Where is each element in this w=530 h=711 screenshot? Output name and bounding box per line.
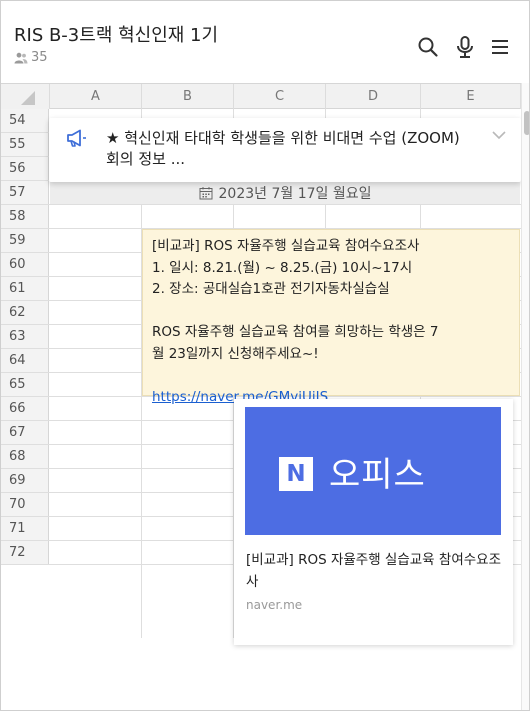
logo-letter: N — [286, 460, 306, 487]
preview-image: N 오피스 — [245, 407, 501, 535]
naver-logo-icon: N — [279, 457, 313, 491]
date-separator: 2023년 7월 17일 월요일 — [50, 181, 520, 204]
message-line: 1. 일시: 8.21.(월) ~ 8.25.(금) 10시~17시 — [152, 259, 413, 276]
megaphone-icon — [67, 129, 86, 147]
pinned-notice[interactable]: ★ 혁신인재 타대학 학생들을 위한 비대면 수업 (ZOOM) 회의 정보 .… — [49, 118, 521, 182]
row-number[interactable]: 64 — [1, 349, 49, 372]
message-line: 월 23일까지 신청해주세요~! — [152, 345, 319, 362]
room-title: RIS B-3트랙 혁신인재 1기 — [14, 25, 219, 46]
row-number[interactable]: 60 — [1, 253, 49, 276]
people-icon — [14, 52, 28, 63]
column-header-b[interactable]: B — [142, 84, 234, 109]
table-row: 58 — [1, 205, 529, 229]
link-preview-card[interactable]: N 오피스 [비교과] ROS 자율주행 실습교육 참여수요조사 naver.m… — [234, 399, 513, 645]
row-number[interactable]: 62 — [1, 301, 49, 324]
date-text: 2023년 7월 17일 월요일 — [218, 185, 372, 202]
message-line — [152, 301, 509, 323]
row-number[interactable]: 65 — [1, 373, 49, 396]
row-number[interactable]: 66 — [1, 397, 49, 420]
menu-icon[interactable] — [487, 34, 513, 60]
column-header-e[interactable]: E — [421, 84, 521, 109]
vertical-scrollbar[interactable] — [521, 83, 529, 710]
calendar-icon — [199, 186, 212, 199]
row-number[interactable]: 57 — [1, 181, 49, 204]
row-number[interactable]: 69 — [1, 469, 49, 492]
row-number[interactable]: 70 — [1, 493, 49, 516]
message-line: ROS 자율주행 실습교육 참여를 희망하는 학생은 7 — [152, 324, 439, 340]
scrollbar-thumb[interactable] — [524, 111, 529, 135]
preview-domain: naver.me — [246, 598, 303, 612]
member-count-value: 35 — [31, 50, 48, 65]
row-number[interactable]: 61 — [1, 277, 49, 300]
message-line: 2. 장소: 공대실습1호관 전기자동차실습실 — [152, 281, 390, 297]
message-bubble[interactable]: [비교과] ROS 자율주행 실습교육 참여수요조사 1. 일시: 8.21.(… — [142, 229, 520, 405]
app-window: RIS B-3트랙 혁신인재 1기 35 A B C D E 54 55 56 … — [0, 0, 530, 711]
row-number[interactable]: 59 — [1, 229, 49, 252]
preview-title: [비교과] ROS 자율주행 실습교육 참여수요조사 — [246, 552, 501, 590]
row-number[interactable]: 67 — [1, 421, 49, 444]
column-header: A B C D E — [1, 83, 529, 109]
row-number[interactable]: 54 — [1, 109, 49, 132]
row-number[interactable]: 58 — [1, 205, 49, 228]
row-number[interactable]: 63 — [1, 325, 49, 348]
row-number[interactable]: 71 — [1, 517, 49, 540]
message-line — [152, 365, 509, 387]
notice-text: ★ 혁신인재 타대학 학생들을 위한 비대면 수업 (ZOOM) 회의 정보 .… — [106, 129, 460, 168]
row-number[interactable]: 72 — [1, 541, 49, 564]
chevron-down-icon[interactable] — [491, 130, 507, 140]
chat-sheet: A B C D E 54 55 56 57 58 59 60 61 62 63 … — [1, 83, 529, 710]
select-all-corner[interactable] — [1, 84, 50, 109]
row-number[interactable]: 68 — [1, 445, 49, 468]
chat-header: RIS B-3트랙 혁신인재 1기 35 — [1, 1, 529, 83]
message-line: [비교과] ROS 자율주행 실습교육 참여수요조사 — [152, 238, 420, 254]
microphone-icon[interactable] — [452, 34, 478, 60]
row-number[interactable]: 55 — [1, 133, 49, 156]
search-icon[interactable] — [415, 34, 441, 60]
member-count[interactable]: 35 — [14, 50, 48, 65]
row-number[interactable]: 56 — [1, 157, 49, 180]
column-header-d[interactable]: D — [326, 84, 421, 109]
column-header-c[interactable]: C — [234, 84, 326, 109]
preview-brand: 오피스 — [329, 455, 426, 495]
column-header-a[interactable]: A — [50, 84, 142, 109]
